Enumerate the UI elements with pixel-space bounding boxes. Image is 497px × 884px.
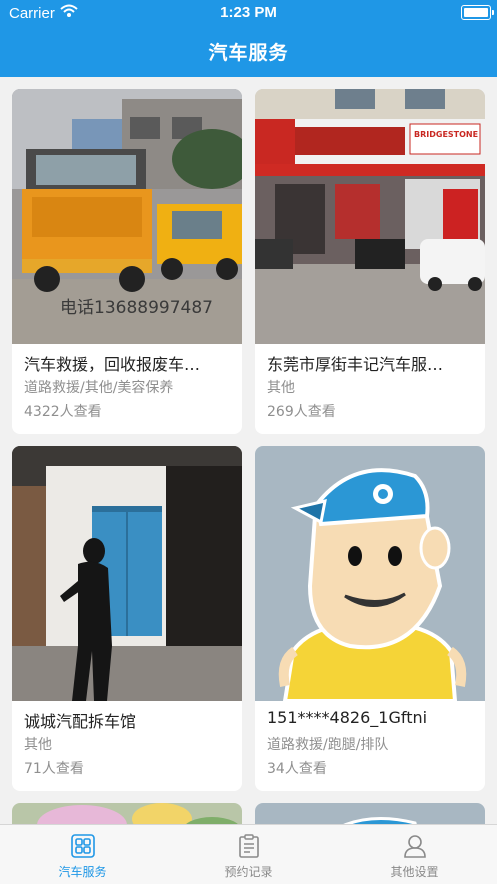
tab-bar: 汽车服务 预约记录 其他设置	[0, 824, 497, 884]
battery-icon	[461, 5, 494, 20]
service-card[interactable]: 151****4826_1Gftni 道路救援/跑腿/排队 34人查看	[255, 446, 485, 791]
grid-icon	[71, 834, 95, 858]
service-card[interactable]: 诚城汽配拆车馆 其他 71人查看	[12, 446, 242, 791]
service-categories: 道路救援/跑腿/排队	[267, 737, 389, 753]
clipboard-icon	[239, 834, 259, 858]
view-count: 71人查看	[24, 761, 84, 777]
service-photo: 电话13688997487	[12, 89, 242, 344]
page-title: 汽车服务	[208, 42, 289, 64]
service-card[interactable]: BRIDGESTONE 东莞市厚街丰记汽车服… 其他 269人查看	[255, 89, 485, 434]
tab-label: 预约记录	[224, 865, 273, 879]
service-name: 东莞市厚街丰记汽车服…	[267, 355, 444, 374]
tab-appointments[interactable]: 预约记录	[166, 825, 331, 884]
service-categories: 道路救援/其他/美容保养	[24, 380, 174, 396]
tab-other-settings[interactable]: 其他设置	[332, 825, 497, 884]
tab-car-service[interactable]: 汽车服务	[0, 825, 165, 884]
view-count: 34人查看	[267, 761, 327, 777]
status-bar: Carrier 1:23 PM	[0, 0, 497, 26]
service-name: 诚城汽配拆车馆	[24, 712, 137, 731]
service-categories: 其他	[267, 380, 295, 396]
service-name: 151****4826_1Gftni	[267, 708, 428, 727]
view-count: 4322人查看	[24, 404, 102, 420]
brand-sign: BRIDGESTONE	[414, 130, 478, 139]
clock-label: 1:23 PM	[220, 4, 277, 21]
service-card[interactable]: 电话13688997487 汽车救援，回收报废车… 道路救援/其他/美容保养 4…	[12, 89, 242, 434]
header-bar: Carrier 1:23 PM 汽车服务	[0, 0, 497, 77]
service-name: 汽车救援，回收报废车…	[24, 355, 201, 374]
service-categories: 其他	[24, 737, 52, 753]
service-photo	[12, 446, 242, 701]
tab-label: 其他设置	[390, 865, 439, 879]
tab-label: 汽车服务	[58, 865, 107, 879]
phone-watermark: 电话13688997487	[60, 298, 213, 318]
person-icon	[404, 835, 426, 858]
service-photo: BRIDGESTONE	[255, 89, 485, 344]
avatar	[255, 446, 485, 701]
view-count: 269人查看	[267, 404, 336, 420]
